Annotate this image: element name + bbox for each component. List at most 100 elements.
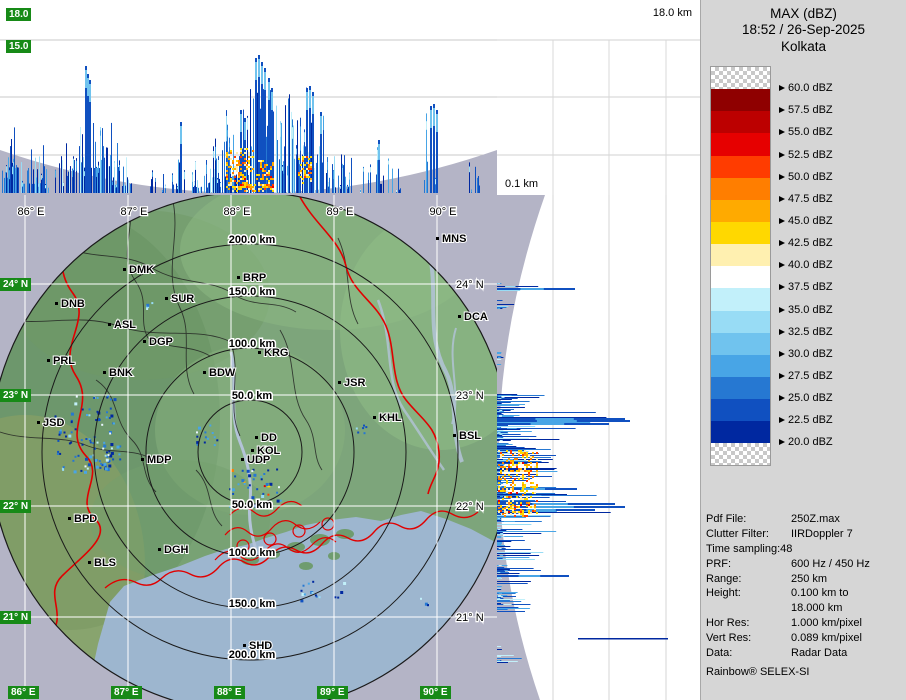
info-label: Height: [706, 587, 741, 600]
xz-profile-plot [0, 39, 497, 195]
lat-edge-label: 24° N [0, 277, 32, 291]
dbz-scale-band [711, 332, 770, 355]
city-label: PRL [53, 355, 75, 367]
city-dot [453, 434, 456, 437]
svg-text:90° E: 90° E [429, 206, 456, 218]
city-label: BNK [109, 367, 133, 379]
info-value: Radar Data [791, 647, 848, 660]
city-label: SUR [171, 293, 194, 305]
dbz-scale-band [711, 377, 770, 400]
dbz-scale-band [711, 443, 770, 466]
city-dot [37, 421, 40, 424]
svg-text:150.0 km: 150.0 km [229, 598, 276, 610]
city-dot [373, 416, 376, 419]
city-dot [165, 297, 168, 300]
city-label: KRG [264, 347, 288, 359]
dbz-level-label: 27.5 dBZ [779, 370, 833, 382]
city-label: ASL [114, 319, 136, 331]
lon-edge-label: 90° E [420, 686, 451, 699]
info-label: Data: [706, 647, 733, 660]
info-label: Hor Res: [706, 617, 750, 630]
height-axis-max-label: 18.0 km [652, 7, 692, 19]
city-label: DGP [149, 336, 173, 348]
svg-text:50.0 km: 50.0 km [232, 499, 273, 511]
dbz-scale-band [711, 177, 770, 200]
info-row: Data: Radar Data [706, 647, 904, 662]
info-row: 18.000 km [706, 602, 904, 617]
xz-max-profile-panel: 18.0 15.0 [0, 0, 497, 195]
city-dot [258, 351, 261, 354]
info-value: 600 Hz / 450 Hz [791, 557, 870, 570]
product-datetime: 18:52 / 26-Sep-2025 [741, 22, 866, 37]
dbz-level-label: 40.0 dBZ [779, 259, 833, 271]
city-dot [203, 371, 206, 374]
info-label: Pdf File: [706, 513, 747, 525]
city-dot [141, 458, 144, 461]
dbz-scale-band [711, 399, 770, 422]
info-value: IIRDoppler 7 [791, 527, 853, 540]
axis-corner-panel: 18.0 km 0.1 km [497, 0, 700, 195]
city-dot [103, 371, 106, 374]
svg-text:23° N: 23° N [456, 390, 484, 402]
city-dot [243, 644, 246, 647]
dbz-level-label: 30.0 dBZ [779, 348, 833, 360]
height-edge-label: 18.0 [6, 8, 32, 21]
legend-panel: MAX (dBZ) 18:52 / 26-Sep-2025 Kolkata Pd… [700, 0, 906, 700]
dbz-level-label: 32.5 dBZ [779, 326, 833, 338]
info-row: Height: 0.100 km to [706, 587, 904, 602]
info-label: Vert Res: [706, 632, 752, 645]
city-dot [143, 340, 146, 343]
city-dot [241, 458, 244, 461]
xz-height-gridlines [0, 39, 497, 156]
city-label: DD [261, 432, 277, 444]
ppi-map: 200.0 km150.0 km100.0 km50.0 km50.0 km10… [0, 195, 497, 700]
info-label: Clutter Filter: [706, 527, 769, 540]
station-name: Kolkata [780, 39, 827, 54]
info-row: Pdf File: 250Z.max [706, 513, 904, 528]
product-title: MAX (dBZ) [770, 6, 837, 21]
software-credit: Rainbow® SELEX-SI [706, 666, 810, 678]
lat-edge-label: 23° N [0, 388, 32, 402]
city-label: KHL [379, 412, 402, 424]
dbz-scale-band [711, 67, 770, 90]
info-row: PRF: 600 Hz / 450 Hz [706, 558, 904, 573]
info-value: 250Z.max [791, 513, 840, 525]
info-value: 1.000 km/pixel [791, 617, 862, 630]
city-label: JSR [344, 377, 365, 389]
city-label: BDW [209, 367, 236, 379]
dbz-level-label: 20.0 dBZ [779, 436, 833, 448]
svg-text:50.0 km: 50.0 km [232, 390, 273, 402]
svg-text:150.0 km: 150.0 km [229, 286, 276, 298]
city-dot [68, 517, 71, 520]
city-dot [123, 268, 126, 271]
yz-height-gridlines [552, 195, 667, 700]
dbz-scale-band [711, 244, 770, 267]
dbz-level-label: 42.5 dBZ [779, 237, 833, 249]
dbz-level-label: 37.5 dBZ [779, 281, 833, 293]
city-dot [88, 561, 91, 564]
radar-display-window: 18.0 15.0 18.0 km 0.1 km 200.0 km 150.0 … [0, 0, 906, 700]
city-label: MNS [442, 233, 466, 245]
city-dot [237, 276, 240, 279]
city-label: DCA [464, 311, 488, 323]
dbz-scale-band [711, 111, 770, 134]
svg-text:200.0 km: 200.0 km [229, 234, 276, 246]
dbz-scale-band [711, 222, 770, 245]
city-label: BPD [74, 513, 97, 525]
product-info-block: Pdf File: 250Z.max Clutter Filter: IIRDoppl… [706, 513, 904, 662]
svg-text:21° N: 21° N [456, 612, 484, 624]
lat-edge-label: 21° N [0, 610, 32, 624]
info-label: Time sampling:48 [706, 542, 793, 555]
yz-profile-plot [497, 195, 668, 700]
map-terrain [0, 195, 497, 700]
lon-edge-label: 87° E [111, 686, 142, 699]
dbz-level-label: 25.0 dBZ [779, 392, 833, 404]
city-dot [251, 449, 254, 452]
city-dot [458, 315, 461, 318]
dbz-scale-band [711, 354, 770, 377]
dbz-level-label: 55.0 dBZ [779, 126, 833, 138]
xz-echo-bars [2, 55, 480, 193]
dbz-scale-band [711, 266, 770, 289]
lon-edge-label: 89° E [317, 686, 348, 699]
info-row: Vert Res: 0.089 km/pixel [706, 632, 904, 647]
